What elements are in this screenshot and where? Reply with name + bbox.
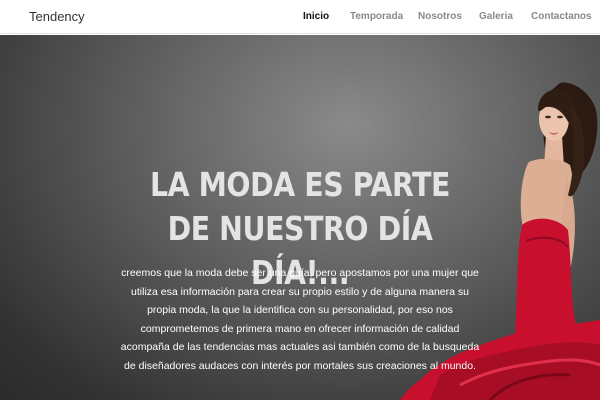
nav-link-temporada[interactable]: Temporada bbox=[350, 11, 403, 22]
nav-link-inicio[interactable]: Inicio bbox=[303, 11, 329, 22]
nav-link-galeria[interactable]: Galeria bbox=[479, 11, 513, 22]
nav-link-nosotros[interactable]: Nosotros bbox=[418, 11, 462, 22]
hero-section: LA MODA ES PARTE DE NUESTRO DÍA DÍA!... … bbox=[0, 35, 600, 400]
hero-description: creemos que la moda debe ser una guía, p… bbox=[120, 267, 480, 372]
nav-menu: Inicio Temporada Nosotros Galeria Contac… bbox=[0, 11, 600, 25]
navbar: Tendency Inicio Temporada Nosotros Galer… bbox=[0, 0, 600, 34]
nav-link-contactanos[interactable]: Contactanos bbox=[531, 11, 592, 22]
